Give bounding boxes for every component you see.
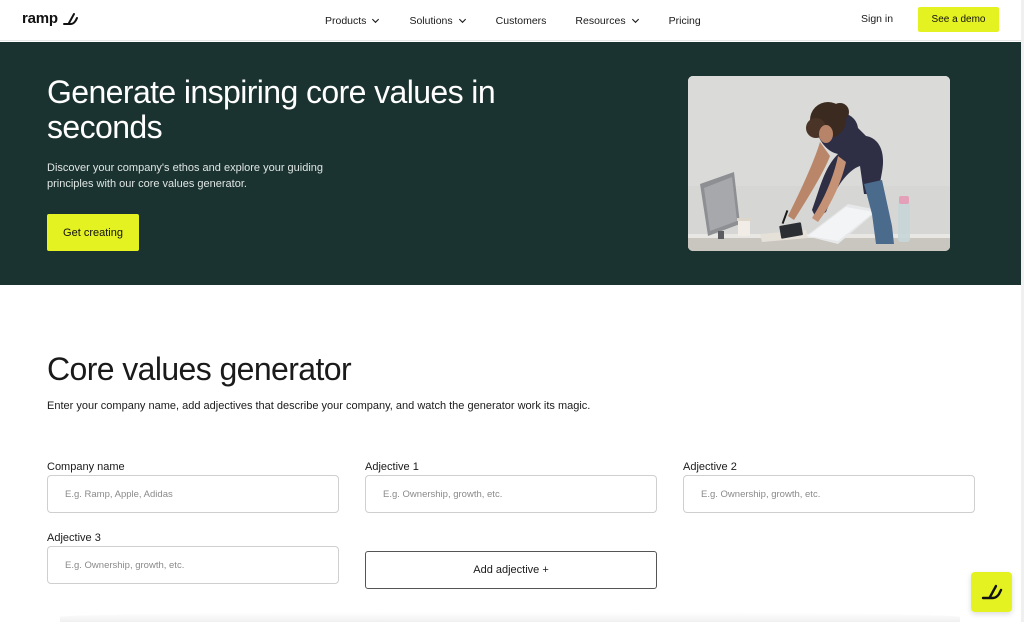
bottom-fade bbox=[60, 612, 960, 622]
nav-item-label: Customers bbox=[495, 14, 547, 27]
add-adjective-button[interactable]: Add adjective + bbox=[365, 551, 657, 589]
sign-in-link[interactable]: Sign in bbox=[861, 13, 893, 25]
chevron-down-icon bbox=[631, 18, 639, 24]
woman-working-at-desk-photo bbox=[688, 76, 950, 251]
nav-item-label: Pricing bbox=[668, 14, 701, 27]
generator-description: Enter your company name, add adjectives … bbox=[47, 400, 591, 412]
adjective-2-label: Adjective 2 bbox=[683, 461, 737, 473]
chat-widget-button[interactable] bbox=[971, 572, 1012, 612]
nav-item-products[interactable]: Products bbox=[325, 15, 380, 27]
hero-description: Discover your company's ethos and explor… bbox=[47, 162, 324, 190]
nav-item-resources[interactable]: Resources bbox=[575, 15, 639, 27]
ramp-chat-icon bbox=[981, 584, 1002, 600]
top-nav: ramp Products Solutions Customers Resour… bbox=[0, 0, 1024, 41]
nav-item-label: Resources bbox=[575, 14, 626, 27]
ramp-logo-icon bbox=[62, 12, 78, 25]
get-creating-button[interactable]: Get creating bbox=[47, 214, 139, 251]
nav-item-pricing[interactable]: Pricing bbox=[669, 15, 701, 27]
generator-title: Core values generator bbox=[47, 351, 352, 387]
company-name-input[interactable] bbox=[47, 475, 339, 513]
company-name-label: Company name bbox=[47, 461, 125, 473]
adjective-3-label: Adjective 3 bbox=[47, 532, 101, 544]
hero-section: Generate inspiring core values in second… bbox=[0, 42, 1024, 285]
adjective-1-input[interactable] bbox=[365, 475, 657, 513]
logo-text: ramp bbox=[22, 10, 58, 27]
chevron-down-icon bbox=[372, 18, 380, 24]
nav-links: Products Solutions Customers Resources P… bbox=[325, 0, 730, 41]
see-demo-button[interactable]: See a demo bbox=[918, 7, 999, 32]
hero-image bbox=[688, 76, 950, 251]
nav-item-solutions[interactable]: Solutions bbox=[409, 15, 466, 27]
hero-title: Generate inspiring core values in second… bbox=[47, 74, 496, 145]
nav-item-customers[interactable]: Customers bbox=[496, 15, 547, 27]
adjective-3-input[interactable] bbox=[47, 546, 339, 584]
adjective-1-label: Adjective 1 bbox=[365, 461, 419, 473]
chevron-down-icon bbox=[458, 18, 466, 24]
nav-item-label: Products bbox=[325, 14, 367, 27]
ramp-logo[interactable]: ramp bbox=[22, 10, 78, 27]
nav-item-label: Solutions bbox=[409, 14, 453, 27]
adjective-2-input[interactable] bbox=[683, 475, 975, 513]
